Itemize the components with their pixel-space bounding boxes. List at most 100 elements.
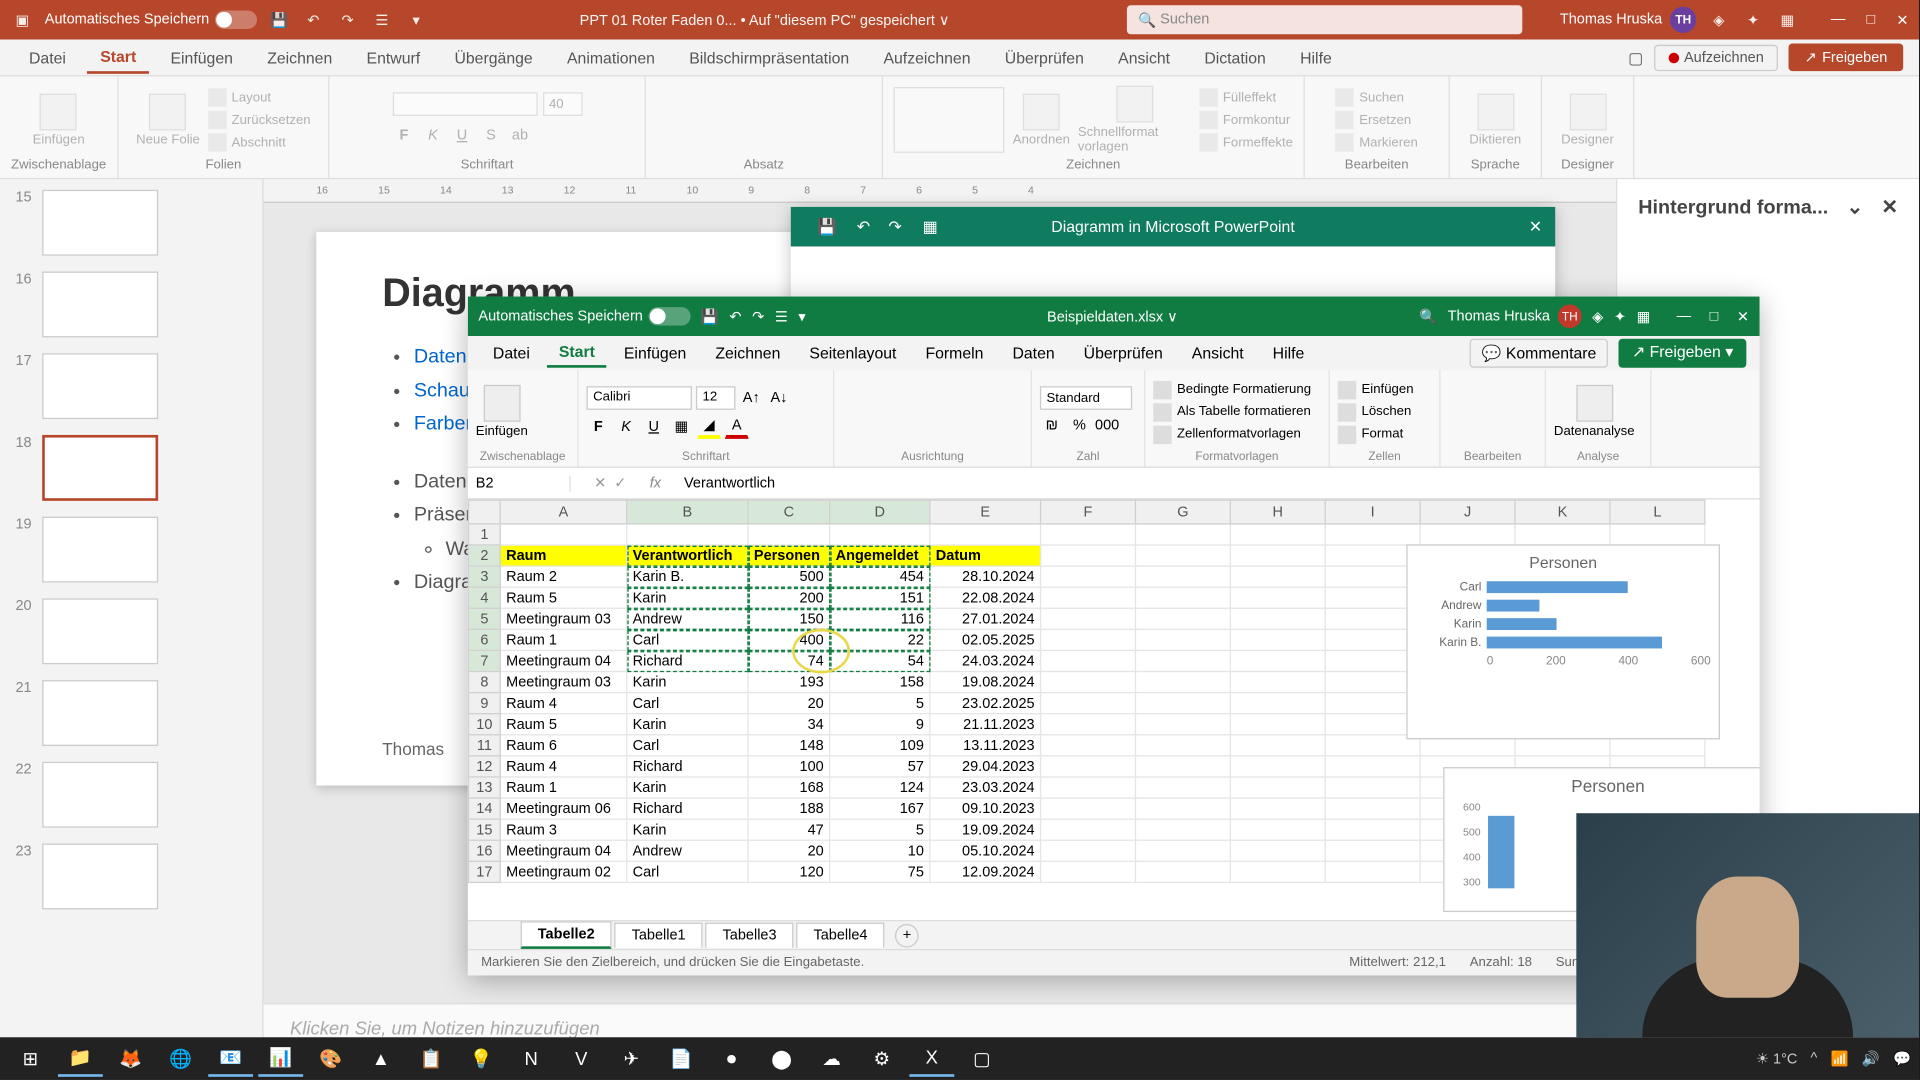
- taskbar-powerpoint[interactable]: 📊: [258, 1040, 303, 1077]
- tab-zeichnen[interactable]: Zeichnen: [703, 340, 792, 366]
- redo-icon[interactable]: ↷: [888, 217, 901, 235]
- tab-hilfe[interactable]: Hilfe: [1287, 43, 1345, 72]
- italic-button[interactable]: K: [614, 415, 638, 439]
- thousands-icon[interactable]: 000: [1095, 414, 1119, 438]
- font-name-select[interactable]: Calibri: [587, 386, 692, 410]
- tab-entwurf[interactable]: Entwurf: [353, 43, 433, 72]
- taskbar-outlook[interactable]: 📧: [208, 1040, 253, 1077]
- tab-datei[interactable]: Datei: [481, 340, 542, 366]
- format-as-table-button[interactable]: Als Tabelle formatieren: [1153, 403, 1311, 421]
- add-sheet-button[interactable]: +: [895, 923, 919, 947]
- formula-input[interactable]: Verantwortlich: [676, 475, 1759, 491]
- undo-icon[interactable]: ↶: [729, 308, 741, 325]
- weather-widget[interactable]: ☀ 1°C: [1756, 1050, 1797, 1067]
- redo-icon[interactable]: ↷: [336, 8, 360, 32]
- tab-start[interactable]: Start: [547, 339, 607, 368]
- tab-zeichnen[interactable]: Zeichnen: [254, 43, 345, 72]
- delete-cells-button[interactable]: Löschen: [1338, 403, 1412, 421]
- grid-icon[interactable]: ▦: [923, 217, 938, 235]
- taskbar-explorer[interactable]: 📁: [58, 1040, 103, 1077]
- paste-button[interactable]: Einfügen: [33, 93, 85, 147]
- taskbar-telegram[interactable]: ✈: [609, 1040, 654, 1077]
- slide-thumbnails-panel[interactable]: 15 16 17 18 19 20 21 22 23: [0, 179, 264, 1050]
- save-icon[interactable]: 💾: [817, 217, 837, 235]
- fill-button[interactable]: Fülleffekt: [1199, 88, 1276, 106]
- section-button[interactable]: Abschnitt: [208, 133, 286, 151]
- thumbnail-22[interactable]: [42, 762, 158, 828]
- touch-icon[interactable]: ☰: [370, 8, 394, 32]
- designer-button[interactable]: Designer: [1561, 93, 1614, 147]
- present-icon[interactable]: ▢: [1628, 48, 1643, 66]
- thumbnail-21[interactable]: [42, 680, 158, 746]
- tray-notifications-icon[interactable]: 💬: [1893, 1050, 1911, 1067]
- close-icon[interactable]: ✕: [1529, 217, 1542, 235]
- tab-ueberpruefen[interactable]: Überprüfen: [992, 43, 1098, 72]
- replace-button[interactable]: Ersetzen: [1335, 111, 1411, 129]
- save-icon[interactable]: 💾: [701, 308, 719, 325]
- share-button[interactable]: ↗ Freigeben ▾: [1619, 339, 1747, 368]
- sheet-tab[interactable]: Tabelle4: [796, 923, 884, 948]
- redo-icon[interactable]: ↷: [752, 308, 764, 325]
- taskbar-app[interactable]: ☁: [809, 1040, 854, 1077]
- share-button[interactable]: ↗ Freigeben: [1789, 43, 1903, 71]
- tab-ansicht[interactable]: Ansicht: [1180, 340, 1256, 366]
- shapes-gallery[interactable]: [894, 87, 1005, 153]
- tab-bildschirm[interactable]: Bildschirmpräsentation: [676, 43, 862, 72]
- diamond-icon[interactable]: ◈: [1592, 308, 1603, 325]
- tab-datei[interactable]: Datei: [16, 43, 79, 72]
- select-button[interactable]: Markieren: [1335, 133, 1417, 151]
- taskbar-app[interactable]: 📄: [659, 1040, 704, 1077]
- increase-font-icon[interactable]: A↑: [739, 386, 763, 410]
- number-format-select[interactable]: Standard: [1040, 386, 1132, 410]
- arrange-button[interactable]: Anordnen: [1013, 93, 1070, 147]
- new-slide-button[interactable]: Neue Folie: [136, 93, 200, 147]
- tab-seitenlayout[interactable]: Seitenlayout: [798, 340, 909, 366]
- taskbar-app[interactable]: 📋: [409, 1040, 454, 1077]
- tab-formeln[interactable]: Formeln: [914, 340, 996, 366]
- dictate-button[interactable]: Diktieren: [1469, 93, 1521, 147]
- minimize-button[interactable]: —: [1831, 11, 1845, 28]
- format-cells-button[interactable]: Format: [1338, 425, 1403, 443]
- comments-button[interactable]: 💬 Kommentare: [1470, 339, 1608, 368]
- thumbnail-15[interactable]: [42, 190, 158, 256]
- outline-button[interactable]: Formkontur: [1199, 111, 1290, 129]
- percent-icon[interactable]: %: [1068, 414, 1092, 438]
- quick-format-button[interactable]: Schnellformat vorlagen: [1078, 86, 1191, 155]
- bold-button[interactable]: F: [587, 415, 611, 439]
- taskbar-app[interactable]: V: [559, 1040, 604, 1077]
- fx-icon[interactable]: fx: [650, 475, 676, 491]
- grid-icon[interactable]: ▦: [1776, 8, 1800, 32]
- underline-button[interactable]: U: [642, 415, 666, 439]
- font-color-button[interactable]: A: [725, 415, 749, 439]
- tab-uebergaenge[interactable]: Übergänge: [441, 43, 546, 72]
- decrease-font-icon[interactable]: A↓: [767, 386, 791, 410]
- tray-volume-icon[interactable]: 🔊: [1862, 1050, 1880, 1067]
- grid-icon[interactable]: ▦: [1637, 308, 1651, 325]
- close-button[interactable]: ✕: [1896, 11, 1908, 28]
- record-button[interactable]: Aufzeichnen: [1654, 44, 1779, 70]
- cancel-icon[interactable]: ✕: [594, 474, 606, 491]
- search-input[interactable]: 🔍 Suchen: [1128, 5, 1523, 34]
- tab-daten[interactable]: Daten: [1001, 340, 1067, 366]
- undo-icon[interactable]: ↶: [301, 8, 325, 32]
- taskbar-app[interactable]: ⬤: [759, 1040, 804, 1077]
- tab-aufzeichnen[interactable]: Aufzeichnen: [870, 43, 983, 72]
- alignment-group[interactable]: [842, 374, 1023, 449]
- taskbar-obs[interactable]: ⏺: [709, 1040, 754, 1077]
- effects-button[interactable]: Formeffekte: [1199, 133, 1293, 151]
- taskbar-excel[interactable]: X: [909, 1040, 954, 1077]
- undo-icon[interactable]: ↶: [857, 217, 870, 235]
- user-account[interactable]: Thomas Hruska TH: [1560, 7, 1697, 33]
- find-button[interactable]: Suchen: [1335, 88, 1403, 106]
- taskbar-app[interactable]: 💡: [459, 1040, 504, 1077]
- tab-animationen[interactable]: Animationen: [554, 43, 668, 72]
- tab-dictation[interactable]: Dictation: [1191, 43, 1279, 72]
- taskbar-firefox[interactable]: 🦊: [108, 1040, 153, 1077]
- close-icon[interactable]: ✕: [1881, 195, 1898, 219]
- border-button[interactable]: ▦: [670, 415, 694, 439]
- tab-ueberpruefen[interactable]: Überprüfen: [1072, 340, 1175, 366]
- taskbar-vlc[interactable]: ▲: [358, 1040, 403, 1077]
- thumbnail-17[interactable]: [42, 353, 158, 419]
- thumbnail-20[interactable]: [42, 598, 158, 664]
- close-button[interactable]: ✕: [1737, 308, 1749, 325]
